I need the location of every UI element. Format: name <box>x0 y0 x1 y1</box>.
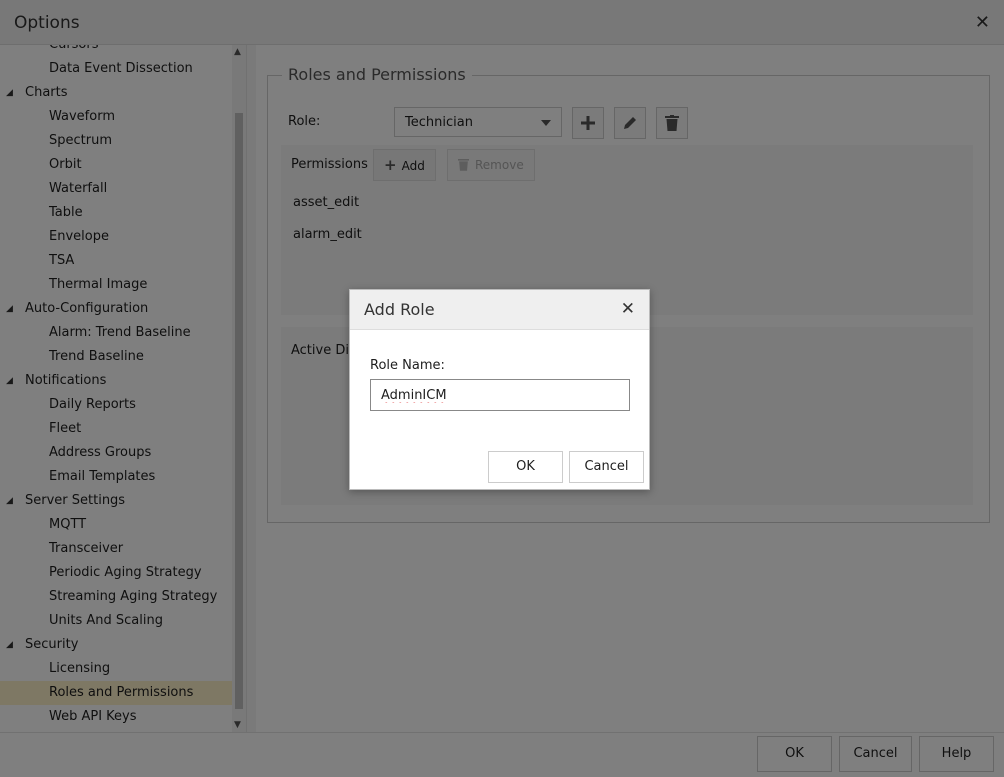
role-name-input[interactable] <box>370 379 630 411</box>
dialog-ok-button[interactable]: OK <box>488 451 563 483</box>
dialog-cancel-button[interactable]: Cancel <box>569 451 644 483</box>
role-name-label: Role Name: <box>370 358 445 373</box>
dialog-header: Add Role ✕ <box>350 290 649 330</box>
add-role-dialog: Add Role ✕ Role Name: OK Cancel <box>349 289 650 490</box>
close-icon[interactable]: ✕ <box>621 299 635 319</box>
dialog-title: Add Role <box>364 300 435 319</box>
